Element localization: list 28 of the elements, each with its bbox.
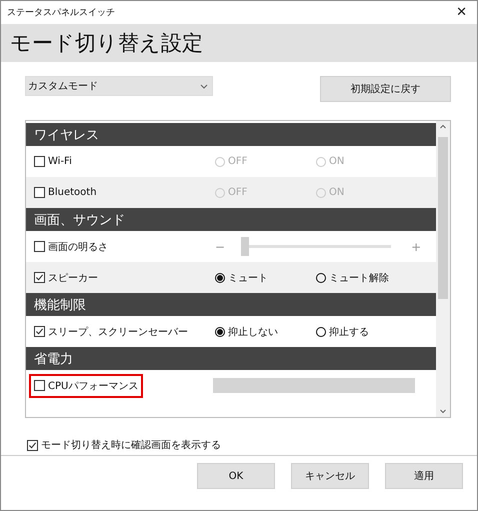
setting-label: CPUパフォーマンス [48,380,138,392]
close-button[interactable]: ✕ [452,5,471,20]
radio-option[interactable]: ミュート [215,270,316,284]
setting-label: スリープ、スクリーンセーバー [48,326,188,338]
window-title: ステータスパネルスイッチ [7,7,115,19]
reset-button[interactable]: 初期設定に戻す [320,76,451,102]
section-header: 省電力 [26,347,436,370]
checkbox[interactable] [27,440,38,450]
section-header: 画面、サウンド [26,208,436,231]
setting-label: Bluetooth [48,187,97,198]
confirm-label: モード切り替え時に確認画面を表示する [41,438,221,452]
checkbox[interactable] [34,272,45,283]
section-header: ワイヤレス [26,123,436,146]
checkbox[interactable] [34,326,45,337]
dialog-button[interactable]: 適用 [385,463,463,489]
caret-icon[interactable] [200,84,208,88]
radio-option[interactable]: ミュート解除 [316,270,417,284]
dialog-button[interactable]: OK [197,463,275,489]
setting-label: 画面の明るさ [48,240,108,254]
radio-option[interactable]: 抑止する [316,324,417,338]
page-title: モード切り替え設定 [10,30,203,57]
scrollbar-drawing[interactable] [436,121,450,417]
dialog-button[interactable]: キャンセル [291,463,369,489]
section-header: 機能制限 [26,293,436,316]
mode-dropdown[interactable]: カスタムモード [25,76,213,96]
setting-label: スピーカー [48,272,98,284]
radio-option[interactable]: 抑止しない [215,324,316,338]
setting-label: Wi-Fi [48,156,72,167]
